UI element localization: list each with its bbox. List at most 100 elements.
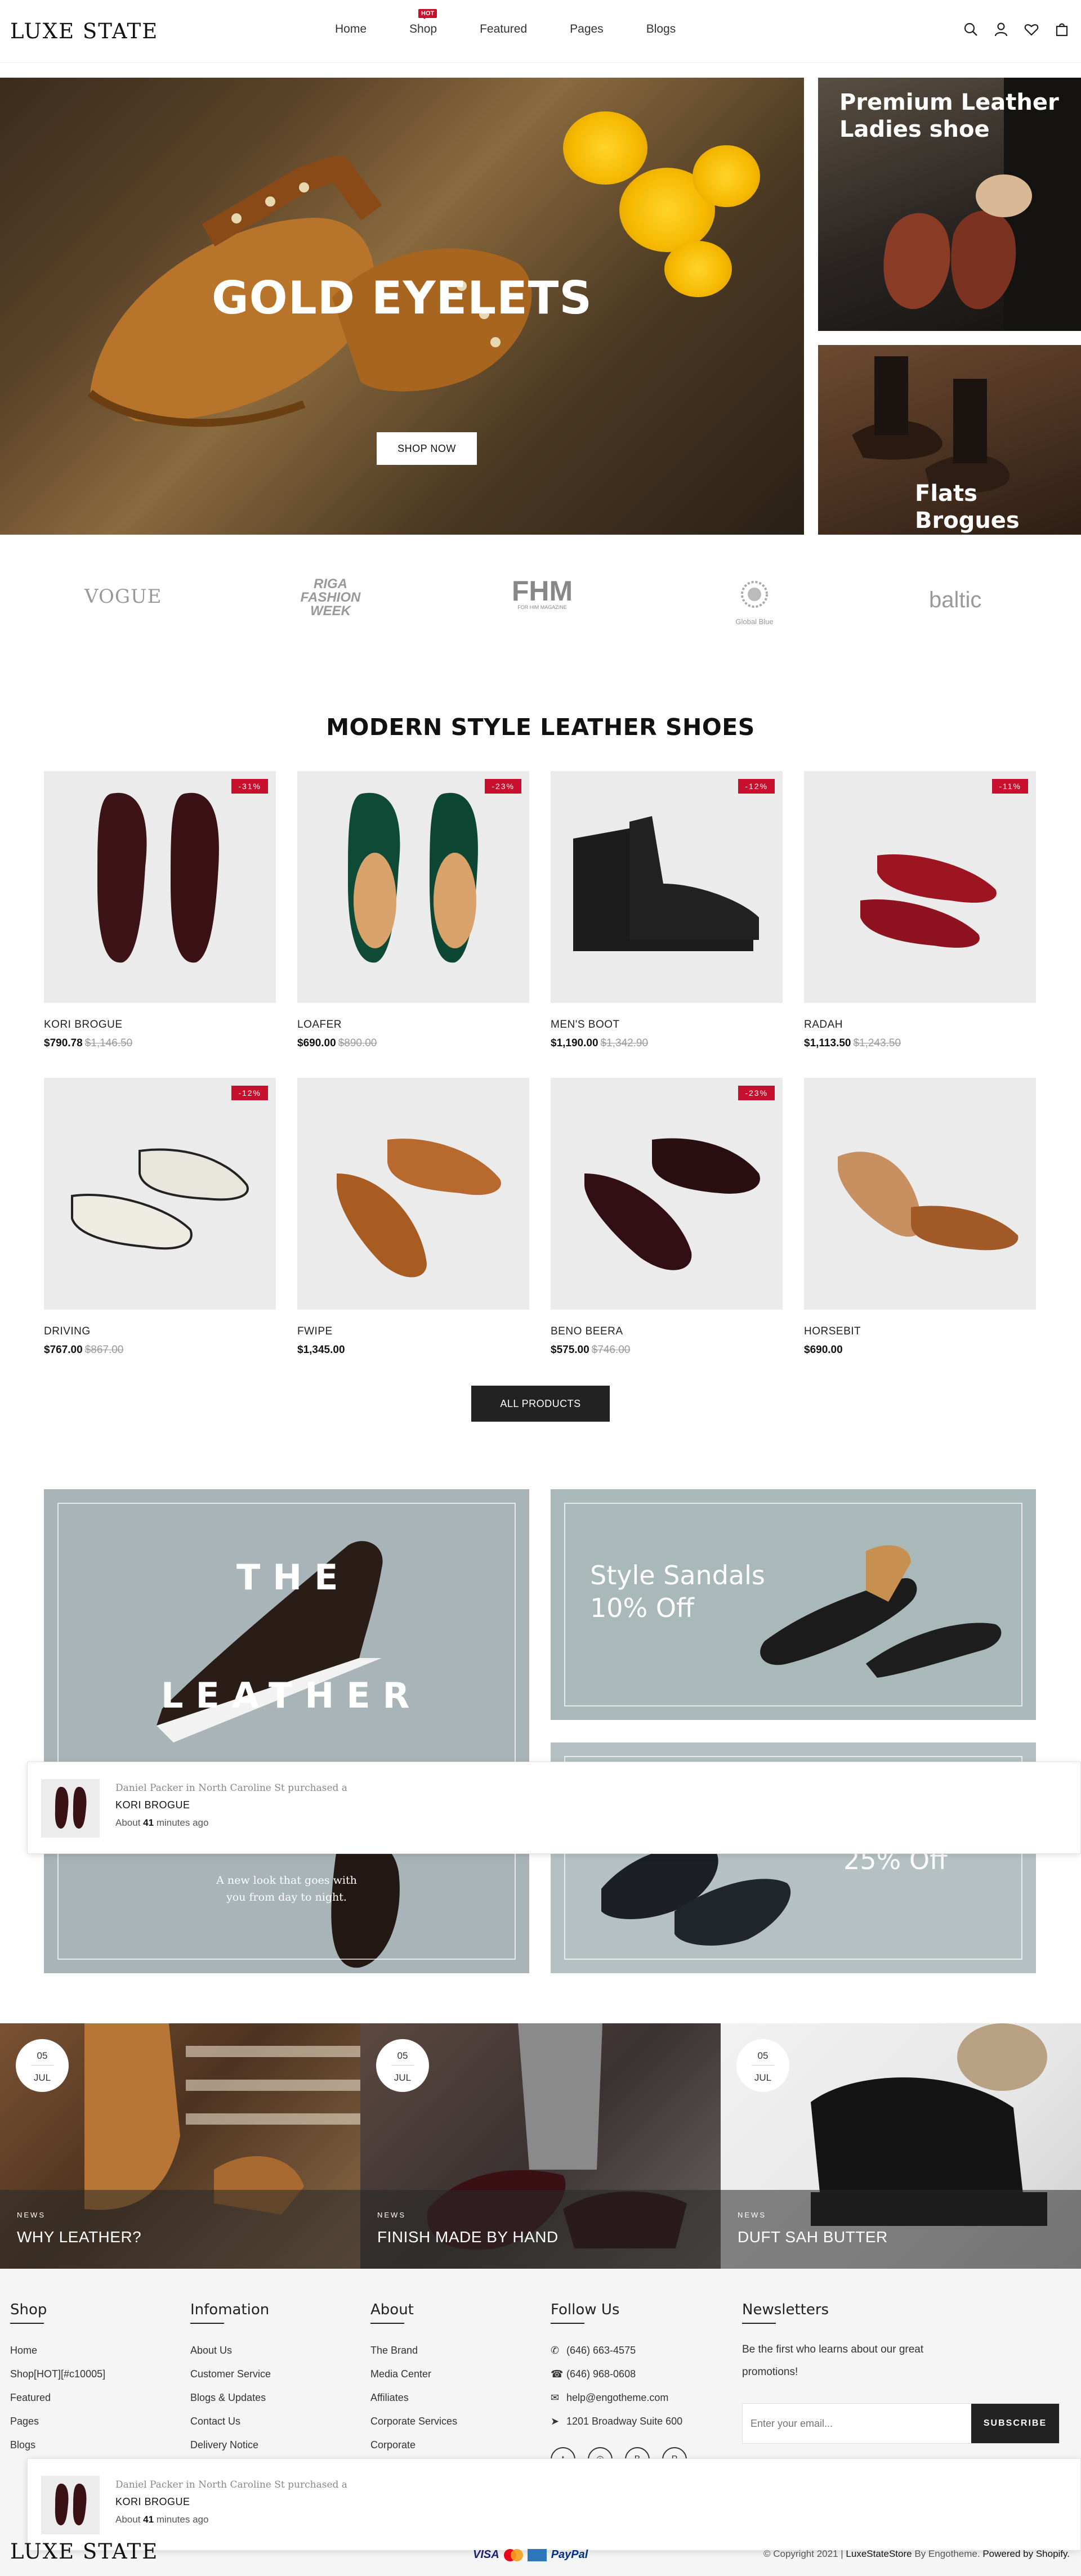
blog-card[interactable]: 05 JUL NEWS DUFT SAH BUTTER [721, 2023, 1081, 2269]
hero-slider[interactable]: GOLD EYELETS SHOP NOW [0, 78, 804, 535]
nav-featured[interactable]: Featured [480, 23, 527, 36]
brand-baltic[interactable]: baltic [929, 588, 981, 613]
section-title: MODERN STYLE LEATHER SHOES [326, 714, 755, 741]
footer-link[interactable]: Blogs [10, 2439, 35, 2450]
shop-now-button[interactable]: SHOP NOW [377, 432, 477, 465]
footer-link[interactable]: Media Center [370, 2368, 431, 2380]
footer-about-column: About The Brand Media Center Affiliates … [370, 2301, 457, 2457]
product-shoe-image [573, 816, 759, 951]
footer-link[interactable]: Delivery Notice [190, 2439, 258, 2450]
search-icon[interactable] [963, 21, 979, 37]
blog-title[interactable]: FINISH MADE BY HAND [377, 2228, 559, 2246]
blog-title[interactable]: WHY LEATHER? [17, 2228, 141, 2246]
popup-about: About [115, 2514, 141, 2525]
brand-fhm[interactable]: FHM FOR HIM MAGAZINE [503, 577, 582, 610]
wishlist-icon[interactable] [1024, 21, 1039, 37]
product-card[interactable]: -12% DRIVING $767.00 $867.00 [44, 1078, 276, 1370]
product-name[interactable]: KORI BROGUE [44, 1019, 123, 1031]
discount-badge: -23% [738, 1086, 775, 1100]
product-card[interactable]: -23% BENO BEERA $575.00 $746.00 [551, 1078, 783, 1370]
product-image[interactable]: -23% [551, 1078, 783, 1310]
footer-link[interactable]: Blogs & Updates [190, 2392, 266, 2403]
footer-link[interactable]: Pages [10, 2416, 39, 2427]
nav-pages[interactable]: Pages [570, 23, 604, 36]
main-nav: Home Shop HOT Featured Pages Blogs [335, 9, 718, 36]
brand-global-blue-label: Global Blue [735, 617, 774, 626]
copyright: © Copyright 2021 | LuxeStateStore By Eng… [763, 2548, 1070, 2560]
price-current: $790.78 [44, 1037, 83, 1049]
footer-logo[interactable]: LUXE STATE [10, 2539, 158, 2564]
product-name[interactable]: FWIPE [297, 1325, 333, 1338]
promo-style-sandals[interactable]: Style Sandals 10% Off [551, 1489, 1036, 1720]
footer-link[interactable]: Affiliates [370, 2392, 409, 2403]
product-name[interactable]: BENO BEERA [551, 1325, 623, 1338]
product-price: $1,345.00 [297, 1344, 345, 1356]
product-price: $575.00 $746.00 [551, 1344, 630, 1356]
product-name[interactable]: MEN'S BOOT [551, 1019, 620, 1031]
product-image[interactable] [804, 1078, 1036, 1310]
style-sandals-line1: Style Sandals [590, 1560, 765, 1591]
footer-link[interactable]: Featured [10, 2392, 51, 2403]
brand-vogue[interactable]: VOGUE [84, 585, 162, 608]
newsletter-email-input[interactable] [743, 2404, 968, 2443]
nav-blogs[interactable]: Blogs [646, 23, 676, 36]
contact-phone-2[interactable]: (646) 968-0608 [566, 2368, 636, 2380]
product-card[interactable]: -11% RADAH $1,113.50 $1,243.50 [804, 771, 1036, 1064]
copyright-store[interactable]: LuxeStateStore [846, 2548, 912, 2559]
product-image[interactable] [297, 1078, 529, 1310]
product-card[interactable]: -23% LOAFER $690.00 $890.00 [297, 771, 529, 1064]
product-shoe-image [337, 1139, 501, 1278]
account-icon[interactable] [993, 21, 1009, 37]
popup-product-thumb [41, 1779, 100, 1838]
product-card[interactable]: HORSEBIT $690.00 [804, 1078, 1036, 1370]
product-image[interactable]: -11% [804, 771, 1036, 1003]
brand-global-blue[interactable]: Global Blue [729, 572, 780, 626]
product-name[interactable]: HORSEBIT [804, 1325, 861, 1338]
purchase-notification[interactable]: Daniel Packer in North Caroline St purch… [27, 1762, 1081, 1854]
product-image[interactable]: -23% [297, 771, 529, 1003]
premium-leather-title: Premium Leather Ladies shoe [839, 89, 1059, 143]
paypal-icon: PayPal [551, 2548, 588, 2561]
footer-link[interactable]: Shop[HOT][#c10005] [10, 2368, 105, 2380]
footer-link[interactable]: The Brand [370, 2345, 418, 2356]
product-name[interactable]: RADAH [804, 1019, 843, 1031]
product-name[interactable]: DRIVING [44, 1325, 91, 1338]
contact-address: 1201 Broadway Suite 600 [566, 2416, 683, 2427]
cart-icon[interactable] [1054, 21, 1070, 37]
footer-link[interactable]: Contact Us [190, 2416, 240, 2427]
nav-home[interactable]: Home [335, 23, 367, 36]
blog-card[interactable]: 05 JUL NEWS WHY LEATHER? [0, 2023, 360, 2269]
product-name[interactable]: LOAFER [297, 1019, 342, 1031]
product-image[interactable]: -12% [44, 1078, 276, 1310]
blog-title[interactable]: DUFT SAH BUTTER [738, 2228, 888, 2246]
product-shoe-image [838, 1152, 1019, 1251]
product-card[interactable]: -12% MEN'S BOOT $1,190.00 $1,342.90 [551, 771, 783, 1064]
product-image[interactable]: -12% [551, 771, 783, 1003]
mastercard-icon [503, 2548, 523, 2561]
popup-product-name[interactable]: KORI BROGUE [115, 2496, 190, 2508]
blog-card[interactable]: 05 JUL NEWS FINISH MADE BY HAND [360, 2023, 721, 2269]
product-price: $1,113.50 $1,243.50 [804, 1037, 901, 1050]
subscribe-button[interactable]: SUBSCRIBE [971, 2404, 1059, 2443]
footer-link[interactable]: Customer Service [190, 2368, 271, 2380]
nav-shop[interactable]: Shop HOT [409, 9, 437, 36]
contact-phone-1[interactable]: (646) 663-4575 [566, 2345, 636, 2356]
product-card[interactable]: FWIPE $1,345.00 [297, 1078, 529, 1370]
product-card[interactable]: -31% KORI BROGUE $790.78 $1,146.50 [44, 771, 276, 1064]
contact-email[interactable]: help@engotheme.com [566, 2392, 668, 2403]
banner-premium-leather[interactable]: Premium Leather Ladies shoe [818, 78, 1081, 331]
visa-icon: VISA [473, 2548, 499, 2561]
banner-flats-brogues[interactable]: Flats Brogues [818, 345, 1081, 535]
footer-link[interactable]: Corporate Services [370, 2416, 457, 2427]
footer-link[interactable]: Corporate [370, 2439, 416, 2450]
popup-product-name[interactable]: KORI BROGUE [115, 1799, 190, 1811]
copyright-powered[interactable]: Powered by Shopify. [982, 2548, 1070, 2559]
all-products-button[interactable]: ALL PRODUCTS [471, 1386, 610, 1422]
product-image[interactable]: -31% [44, 771, 276, 1003]
product-price: $790.78 $1,146.50 [44, 1037, 132, 1050]
promo-the-leather[interactable]: THE LEATHER A new look that goes with yo… [44, 1489, 529, 1973]
footer-link[interactable]: Home [10, 2345, 37, 2356]
site-logo[interactable]: LUXE STATE [10, 19, 158, 43]
footer-link[interactable]: About Us [190, 2345, 232, 2356]
brand-riga[interactable]: RIGA FASHION WEEK [288, 577, 373, 618]
